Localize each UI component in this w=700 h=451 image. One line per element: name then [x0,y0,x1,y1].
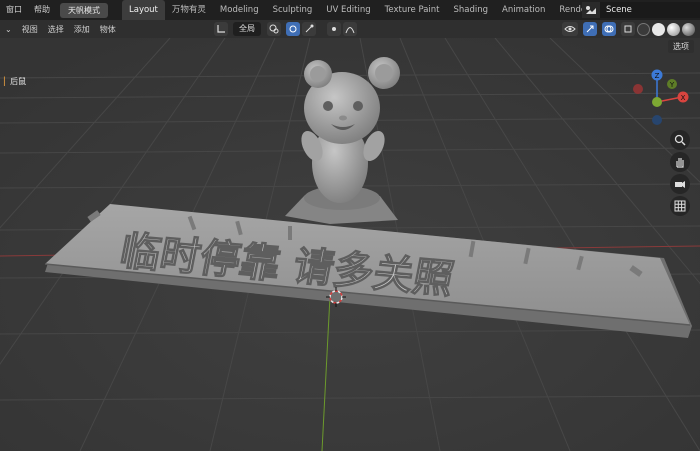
tab-layout[interactable]: Layout [122,0,165,20]
header-menu-select[interactable]: 选择 [43,24,69,35]
proportional-edit-icon[interactable] [327,22,341,36]
visibility-icon[interactable] [562,22,578,36]
options-dropdown[interactable]: 选项 [668,40,694,53]
gizmo-y-neg-icon[interactable] [652,97,662,107]
header-menu-object[interactable]: 物体 [95,24,121,35]
tab-texture-paint[interactable]: Texture Paint [378,0,447,20]
workspace-tabs: Layout 万物有灵 Modeling Sculpting UV Editin… [122,0,630,20]
header-menu-view[interactable]: 视图 [17,24,43,35]
gizmo-x-label: X [681,94,686,102]
tab-uv-editing[interactable]: UV Editing [319,0,377,20]
solid-shading-icon[interactable] [652,22,665,36]
gizmo-toggle-icon[interactable] [583,22,597,36]
tab-sculpting[interactable]: Sculpting [266,0,320,20]
tab-modeling[interactable]: Modeling [213,0,266,20]
camera-icon[interactable] [670,174,690,194]
snap-toggle-icon[interactable] [286,22,300,36]
gizmo-x-neg-icon[interactable] [633,84,643,94]
viewport-header: ⌄ 视图 选择 添加 物体 全局 [0,20,700,38]
tab-wanwu[interactable]: 万物有灵 [165,0,213,20]
viewport-right-tools [561,22,696,36]
pivot-icon[interactable] [267,22,281,36]
viewport-canvas: 临时停靠 请多关照 [0,38,700,451]
tab-animation[interactable]: Animation [495,0,552,20]
hand-pan-icon[interactable] [670,152,690,172]
menu-window[interactable]: 窗口 [0,0,28,20]
material-shading-icon[interactable] [667,22,680,36]
view-label-text: 后鼠 [10,77,27,86]
navigation-buttons [670,130,690,218]
orientation-dropdown[interactable]: 全局 [233,22,261,36]
navigation-gizmo[interactable]: Z X Y [628,64,698,134]
scene-selector[interactable]: Scene [582,2,700,18]
editor-type-chevron-icon[interactable]: ⌄ [0,25,17,34]
grid-icon[interactable] [670,196,690,216]
gizmo-z-neg-icon[interactable] [652,115,662,125]
zoom-icon[interactable] [670,130,690,150]
overlays-toggle-icon[interactable] [602,22,616,36]
tab-shading[interactable]: Shading [447,0,496,20]
gizmo-y-label: Y [669,81,675,89]
3d-viewport[interactable]: 临时停靠 请多关照 选项 ▏后鼠 Z X Y [0,38,700,451]
scene-name-field[interactable]: Scene [600,2,700,18]
top-menu-bar: 窗口 帮助 天帆模式 Layout 万物有灵 Modeling Sculptin… [0,0,700,20]
scene-icon[interactable] [582,2,600,18]
workspace-badge[interactable]: 天帆模式 [60,2,108,18]
wireframe-shading-icon[interactable] [637,22,650,36]
header-menu-add[interactable]: 添加 [69,24,95,35]
rendered-shading-icon[interactable] [682,22,695,36]
transform-controls: 全局 [213,22,358,36]
menu-help[interactable]: 帮助 [28,0,56,20]
snap-target-icon[interactable] [302,22,316,36]
falloff-icon[interactable] [343,22,357,36]
orientation-icon[interactable] [214,22,228,36]
blender-window: 窗口 帮助 天帆模式 Layout 万物有灵 Modeling Sculptin… [0,0,700,451]
xray-toggle-icon[interactable] [621,22,635,36]
viewport-view-label: ▏后鼠 [4,76,26,87]
gizmo-z-label: Z [655,72,660,80]
